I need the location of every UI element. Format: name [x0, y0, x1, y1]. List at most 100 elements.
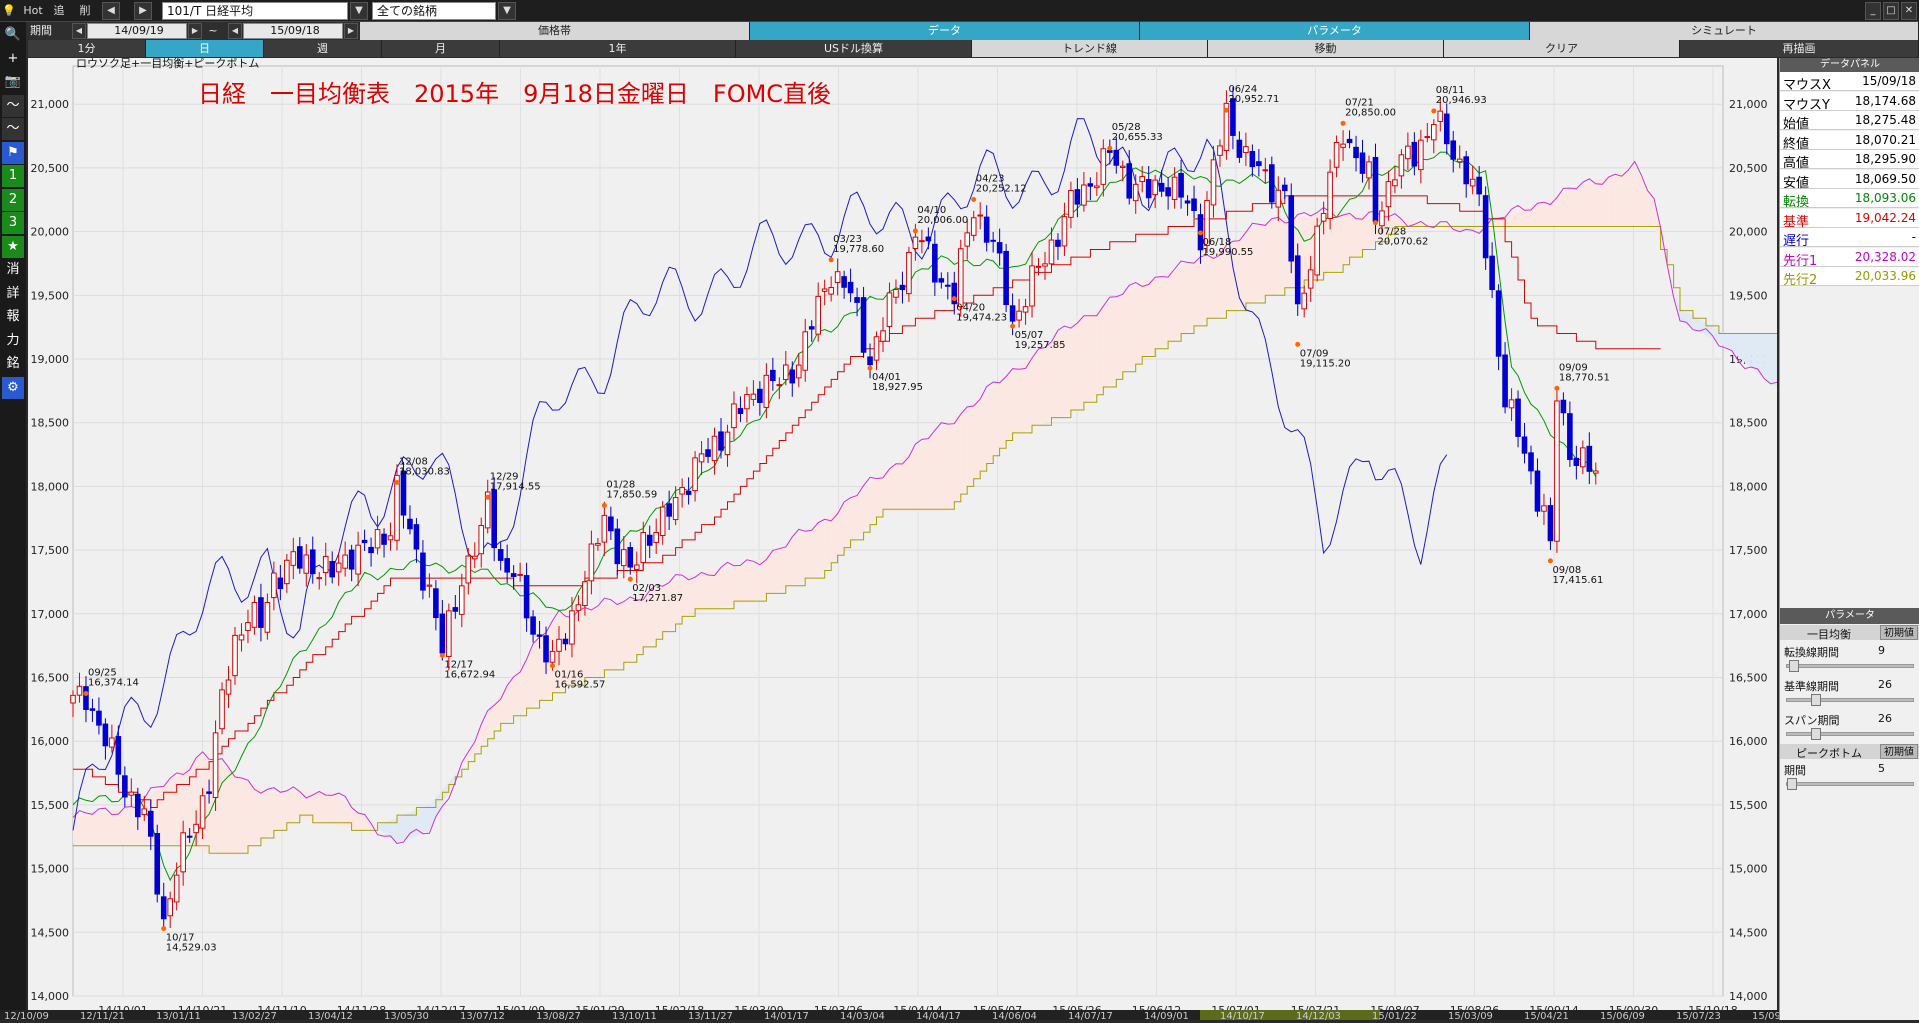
- candle-body: [316, 577, 323, 580]
- tab-daily[interactable]: 日: [146, 40, 264, 57]
- to-next-icon[interactable]: ▶: [344, 23, 358, 39]
- gear-icon[interactable]: ⚙: [2, 376, 24, 399]
- ichimoku-defaults-button[interactable]: 初期値: [1880, 625, 1918, 640]
- candle-body: [1340, 143, 1346, 148]
- ichimoku-chart[interactable]: 14,000 14,000 14,500 14,500 15,000 15,000 15,5…: [28, 57, 1823, 1020]
- kumo-cloud: [1271, 218, 1279, 296]
- add-button[interactable]: 追: [52, 2, 66, 20]
- candle-body: [873, 336, 880, 361]
- from-next-icon[interactable]: ▶: [188, 23, 202, 39]
- search-icon[interactable]: 🔍: [2, 24, 24, 46]
- kumo-cloud: [889, 463, 896, 512]
- symbol-dropdown-icon[interactable]: ▼: [350, 2, 368, 20]
- candle-body: [763, 374, 770, 408]
- three-icon[interactable]: 3: [2, 212, 24, 234]
- bulb-icon[interactable]: 💡: [2, 2, 16, 20]
- kumo-cloud: [1518, 208, 1525, 226]
- tab-parameter[interactable]: パラメータ: [1140, 22, 1530, 40]
- kijun-slider[interactable]: [1786, 694, 1914, 706]
- report-icon[interactable]: 報: [2, 306, 24, 328]
- tab-clear[interactable]: クリア: [1444, 40, 1680, 57]
- two-icon[interactable]: 2: [2, 188, 24, 211]
- kijun-slider-knob[interactable]: [1811, 694, 1821, 706]
- line-chart-icon[interactable]: 〜: [2, 94, 24, 117]
- candle-body: [1463, 156, 1470, 185]
- tenkan-slider-knob[interactable]: [1789, 660, 1799, 672]
- candle-body: [1372, 156, 1379, 222]
- next-arrow-icon[interactable]: ▶: [134, 2, 152, 20]
- tab-redraw[interactable]: 再描画: [1680, 40, 1919, 57]
- prev-arrow-icon[interactable]: ◀: [102, 2, 120, 20]
- one-icon[interactable]: 1: [2, 165, 24, 187]
- kumo-cloud: [733, 565, 741, 605]
- tab-monthly[interactable]: 月: [382, 40, 500, 57]
- y-tick-label-left: 14,500: [31, 926, 70, 939]
- universe-select[interactable]: 全ての銘柄: [372, 2, 496, 20]
- y-tick-label-left: 16,500: [31, 672, 70, 685]
- candle-body: [802, 331, 809, 371]
- to-prev-icon[interactable]: ◀: [228, 23, 242, 39]
- tab-price-band[interactable]: 価格帯: [360, 22, 750, 40]
- candle-body: [1236, 139, 1243, 158]
- period-from-input[interactable]: 14/09/19: [87, 23, 187, 39]
- close-icon[interactable]: ✕: [1901, 2, 1917, 20]
- bottom-axis-label: 15/06/09: [1600, 1011, 1645, 1020]
- chart-area[interactable]: 14,000 14,000 14,500 14,500 15,000 15,000 15,5…: [28, 57, 1823, 1020]
- candle-body: [180, 832, 186, 873]
- star-icon[interactable]: ★: [2, 235, 24, 258]
- symbol-select[interactable]: 101/T 日経平均: [162, 2, 348, 20]
- candle-body: [912, 236, 919, 250]
- maximize-icon[interactable]: □: [1883, 2, 1899, 20]
- kumo-cloud: [105, 810, 112, 844]
- force-icon[interactable]: 力: [2, 329, 24, 352]
- tenkan-slider[interactable]: [1786, 660, 1914, 672]
- tab-data[interactable]: データ: [750, 22, 1140, 40]
- chart-icon[interactable]: 〜: [2, 118, 24, 140]
- span-slider-knob[interactable]: [1811, 728, 1821, 740]
- kumo-cloud: [1006, 371, 1013, 444]
- kumo-cloud: [397, 815, 404, 844]
- minimize-icon[interactable]: _: [1865, 2, 1881, 20]
- universe-dropdown-icon[interactable]: ▼: [498, 2, 516, 20]
- kumo-cloud: [1556, 193, 1564, 226]
- erase-icon[interactable]: 消: [2, 259, 24, 281]
- flag-icon[interactable]: ⚑: [2, 141, 24, 164]
- candle-body: [847, 281, 854, 294]
- tab-weekly[interactable]: 週: [264, 40, 382, 57]
- tab-move[interactable]: 移動: [1208, 40, 1444, 57]
- camera-icon[interactable]: 📷: [2, 71, 24, 93]
- stock-icon[interactable]: 銘: [2, 353, 24, 375]
- kumo-cloud: [954, 412, 961, 505]
- annotation-value: 20,946.93: [1436, 95, 1487, 106]
- kumo-cloud: [1628, 167, 1635, 226]
- period-to-input[interactable]: 15/09/18: [243, 23, 343, 39]
- data-panel-value: 15/09/18: [1862, 74, 1916, 88]
- detail-icon[interactable]: 詳: [2, 282, 24, 305]
- peak-defaults-button[interactable]: 初期値: [1880, 744, 1918, 759]
- tab-simulate[interactable]: シミュレート: [1530, 22, 1919, 40]
- candle-body: [815, 295, 822, 335]
- tab-1min[interactable]: 1分: [28, 40, 146, 57]
- candle-body: [1411, 141, 1418, 167]
- kumo-cloud: [73, 816, 80, 844]
- tab-usd-convert[interactable]: USドル換算: [736, 40, 972, 57]
- span-slider[interactable]: [1786, 728, 1914, 740]
- from-prev-icon[interactable]: ◀: [72, 23, 86, 39]
- peak-slider-knob[interactable]: [1787, 778, 1797, 790]
- candle-body: [348, 549, 355, 570]
- candle-body: [232, 634, 238, 677]
- tab-yearly[interactable]: 1年: [500, 40, 736, 57]
- delete-button[interactable]: 削: [78, 2, 92, 20]
- kumo-cloud: [1278, 217, 1285, 293]
- peak-slider[interactable]: [1786, 778, 1914, 790]
- crosshair-icon[interactable]: +: [2, 47, 24, 70]
- kumo-cloud: [999, 376, 1007, 451]
- bottom-axis-label: 14/03/04: [840, 1011, 885, 1020]
- kumo-cloud: [811, 524, 819, 579]
- hot-button[interactable]: Hot: [20, 2, 46, 20]
- peak-bottom-marker: [1372, 220, 1378, 226]
- candle-body: [1243, 146, 1249, 154]
- data-panel-row: 高値 18,295.90: [1780, 150, 1919, 171]
- tab-trendline[interactable]: トレンド線: [972, 40, 1208, 57]
- kumo-cloud: [1245, 230, 1253, 306]
